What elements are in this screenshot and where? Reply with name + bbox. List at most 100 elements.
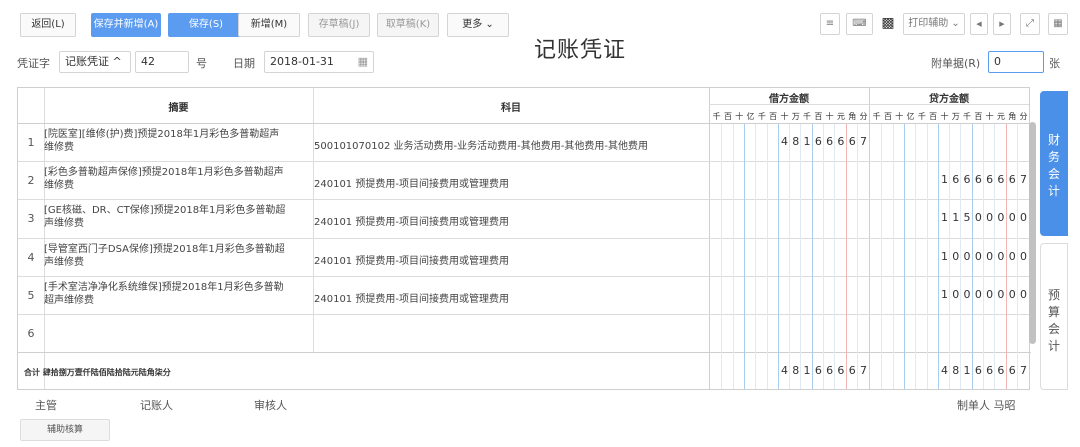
amount-digit: 0 xyxy=(997,288,1005,301)
prev-icon[interactable]: ◀ xyxy=(970,13,988,35)
amount-digit: 8 xyxy=(792,135,800,148)
debit-amount[interactable]: 48166667 xyxy=(779,135,869,149)
amount-digit: 6 xyxy=(837,364,845,377)
tab-financial-accounting[interactable]: 财务会计 xyxy=(1040,91,1068,236)
save-button[interactable]: 保存(S) xyxy=(168,13,244,37)
debit-unit-header: 十 xyxy=(825,112,834,121)
total-in-words: 合计 肆拾捌万壹仟陆佰陆拾陆元陆角柒分 xyxy=(24,368,171,377)
subject-header: 科目 xyxy=(501,103,521,114)
page-title: 记账凭证 xyxy=(533,38,626,63)
credit-unit-header: 千 xyxy=(917,112,926,121)
credit-unit-header: 百 xyxy=(929,112,938,121)
amount-digit: 4 xyxy=(940,364,948,377)
credit-unit-header: 亿 xyxy=(906,112,915,121)
debit-unit-header: 百 xyxy=(814,112,823,121)
save-draft-button[interactable]: 存草稿(J) xyxy=(308,13,370,37)
debit-header: 借方金额 xyxy=(769,94,809,105)
subject-cell[interactable]: 240101 预提费用-项目间接费用或管理费用 xyxy=(314,252,734,267)
amount-digit: 6 xyxy=(1008,364,1016,377)
amount-digit: 1 xyxy=(803,364,811,377)
amount-digit: 1 xyxy=(940,173,948,186)
row-number: 1 xyxy=(27,136,35,149)
calculator-icon[interactable]: ▦ xyxy=(1048,13,1068,35)
date-label: 日期 xyxy=(233,57,255,70)
subject-cell[interactable]: 500101070102 业务活动费用-业务活动费用-其他费用-其他费用-其他费… xyxy=(314,137,734,152)
summary-cell[interactable]: [手术室洁净净化系统维保]预提2018年1月彩色多普勒超声维修费 xyxy=(44,281,289,312)
row-number: 5 xyxy=(27,289,35,302)
preparer-label: 制单人 马昭 xyxy=(957,399,1016,412)
calendar-icon[interactable]: ▦ xyxy=(358,52,368,72)
debit-unit-header: 元 xyxy=(836,112,845,121)
credit-unit-header: 千 xyxy=(872,112,881,121)
credit-amount[interactable]: 16666667 xyxy=(939,173,1029,187)
credit-unit-header: 分 xyxy=(1019,112,1028,121)
amount-digit: 0 xyxy=(997,211,1005,224)
debit-unit-header: 万 xyxy=(791,112,800,121)
date-value: 2018-01-31 xyxy=(270,55,334,68)
amount-digit: 4 xyxy=(780,364,788,377)
credit-unit-header: 十 xyxy=(985,112,994,121)
credit-unit-header: 百 xyxy=(974,112,983,121)
credit-amount[interactable]: 11500000 xyxy=(939,211,1029,225)
keyboard-icon[interactable]: ⌨ xyxy=(846,13,873,35)
amount-digit: 6 xyxy=(952,173,960,186)
summary-cell[interactable] xyxy=(44,319,289,350)
summary-cell[interactable]: [彩色多普勒超声保修]预提2018年1月彩色多普勒超声维修费 xyxy=(44,166,289,197)
amount-digit: 8 xyxy=(792,364,800,377)
amount-digit: 7 xyxy=(1020,173,1028,186)
amount-digit: 6 xyxy=(986,364,994,377)
summary-header: 摘要 xyxy=(168,103,189,114)
debit-unit-header: 亿 xyxy=(746,112,755,121)
debit-unit-header: 十 xyxy=(735,112,744,121)
credit-unit-header: 元 xyxy=(996,112,1005,121)
subject-cell[interactable]: 240101 预提费用-项目间接费用或管理费用 xyxy=(314,175,734,190)
debit-unit-header: 十 xyxy=(780,112,789,121)
credit-amount[interactable]: 10000000 xyxy=(939,250,1029,264)
qrcode-icon[interactable]: ▩ xyxy=(878,13,898,35)
voucher-number-input[interactable]: 42 xyxy=(135,51,189,73)
take-draft-button[interactable]: 取草稿(K) xyxy=(377,13,439,37)
debit-unit-header: 千 xyxy=(757,112,766,121)
bookkeeper-label: 记账人 xyxy=(140,399,173,412)
amount-digit: 0 xyxy=(974,250,982,263)
list-icon[interactable]: ≡ xyxy=(820,13,840,35)
next-icon[interactable]: ▶ xyxy=(993,13,1011,35)
debit-unit-header: 角 xyxy=(848,112,857,121)
back-button[interactable]: 返回(L) xyxy=(20,13,76,37)
amount-digit: 6 xyxy=(963,173,971,186)
amount-digit: 0 xyxy=(963,250,971,263)
expand-icon[interactable]: ⤢ xyxy=(1020,13,1040,35)
amount-digit: 1 xyxy=(940,288,948,301)
subject-cell[interactable]: 240101 预提费用-项目间接费用或管理费用 xyxy=(314,213,734,228)
amount-digit: 6 xyxy=(814,135,822,148)
tab-budget-accounting[interactable]: 预算会计 xyxy=(1040,243,1068,390)
amount-digit: 0 xyxy=(1020,211,1028,224)
amount-digit: 1 xyxy=(952,211,960,224)
credit-unit-header: 千 xyxy=(963,112,972,121)
date-input[interactable]: 2018-01-31 ▦ xyxy=(264,51,374,73)
print-assist-dropdown[interactable]: 打印辅助 ⌄ xyxy=(903,13,965,35)
amount-digit: 0 xyxy=(974,288,982,301)
credit-unit-header: 百 xyxy=(883,112,892,121)
debit-unit-header: 百 xyxy=(769,112,778,121)
assist-accounting-button[interactable]: 辅助核算 xyxy=(20,419,110,441)
amount-digit: 0 xyxy=(952,250,960,263)
debit-unit-header: 千 xyxy=(712,112,721,121)
table-scrollbar[interactable] xyxy=(1029,122,1036,344)
subject-cell[interactable]: 240101 预提费用-项目间接费用或管理费用 xyxy=(314,290,734,305)
amount-digit: 1 xyxy=(940,250,948,263)
summary-cell[interactable]: [导管室西门子DSA保修]预提2018年1月彩色多普勒超声维修费 xyxy=(44,243,289,274)
summary-cell[interactable]: [院医室][维修(护)费]预提2018年1月彩色多普勒超声维修费 xyxy=(44,128,289,159)
new-button[interactable]: 新增(M) xyxy=(238,13,300,37)
credit-unit-header: 万 xyxy=(951,112,960,121)
total-credit-amount: 48166667 xyxy=(939,364,1029,378)
save-and-new-button[interactable]: 保存并新增(A) xyxy=(91,13,161,37)
amount-digit: 0 xyxy=(1008,211,1016,224)
amount-digit: 7 xyxy=(860,135,868,148)
row-number: 4 xyxy=(27,251,35,264)
credit-amount[interactable]: 10000000 xyxy=(939,288,1029,302)
amount-digit: 4 xyxy=(780,135,788,148)
summary-cell[interactable]: [GE核磁、DR、CT保修]预提2018年1月彩色多普勒超声维修费 xyxy=(44,204,289,235)
attachments-input[interactable]: 0 xyxy=(988,51,1044,73)
voucher-word-select[interactable]: 记账凭证 ^ xyxy=(59,51,131,73)
